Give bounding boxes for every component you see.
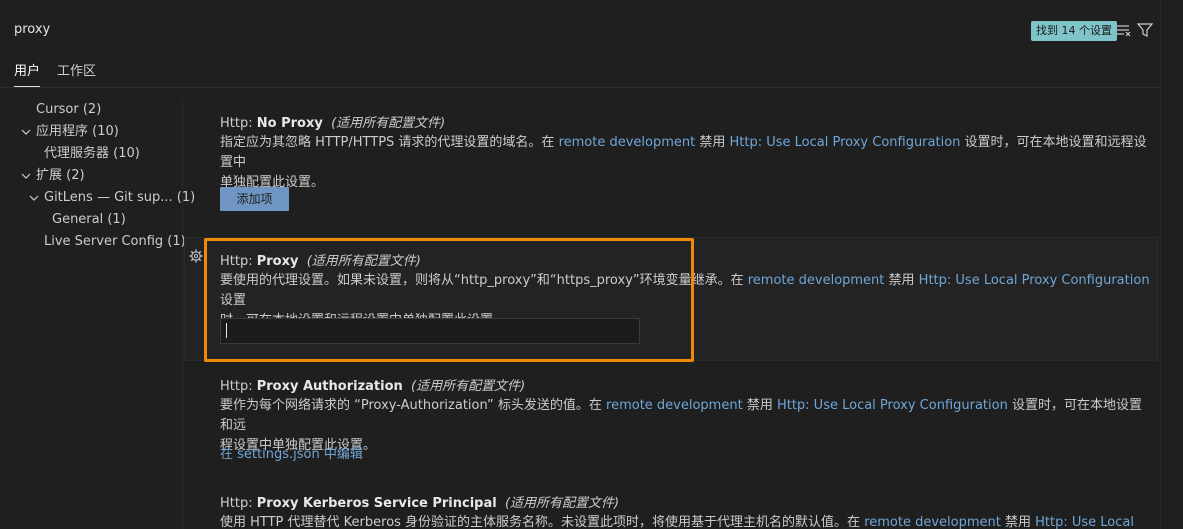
setting-scope: (适用所有配置文件) (331, 116, 446, 131)
toc-item-label: 代理服务器 (10) (44, 146, 140, 161)
chevron-down-icon[interactable] (20, 170, 32, 182)
setting-category: Http: (220, 379, 257, 394)
toc-item-label: 应用程序 (10) (36, 124, 119, 139)
edit-in-settings-json-link[interactable]: 在 settings.json 中编辑 (220, 443, 363, 462)
setting-name: No Proxy (256, 116, 323, 131)
remote-development-link[interactable]: remote development (748, 273, 885, 288)
use-local-proxy-link[interactable]: Http: Use Local Proxy Configuration (919, 273, 1150, 288)
toc-item-gitlens[interactable]: GitLens — Git sup... (1) (44, 187, 195, 209)
use-local-proxy-link[interactable]: Http: Use Local (1035, 515, 1134, 529)
scope-tabs: 用户 工作区 (0, 58, 1160, 88)
toc-item-label: Live Server Config (1) (44, 234, 186, 249)
toc-item-general[interactable]: General (1) (52, 209, 126, 231)
remote-development-link[interactable]: remote development (606, 398, 743, 413)
desc-text: 禁用 (695, 135, 730, 150)
toc-item-label: GitLens — Git sup... (1) (44, 190, 196, 205)
setting-name: Proxy Authorization (256, 379, 403, 394)
desc-text: 要作为每个网络请求的 “Proxy-Authorization” 标头发送的值。… (220, 398, 607, 413)
tab-workspace[interactable]: 工作区 (57, 60, 96, 87)
toc-item-application[interactable]: 应用程序 (10) (36, 121, 119, 143)
search-input[interactable]: proxy (14, 22, 50, 37)
setting-scope: (适用所有配置文件) (504, 496, 620, 511)
remote-development-link[interactable]: remote development (864, 515, 1001, 529)
use-local-proxy-link[interactable]: Http: Use Local Proxy Configuration (777, 398, 1008, 413)
settings-editor: proxy 找到 14 个设置 用户 工作区 Cursor (2) 应用程序 (… (0, 0, 1183, 529)
desc-text: 使用 HTTP 代理替代 Kerberos 身份验证的主体服务名称。未设置此项时… (220, 515, 865, 529)
gear-icon[interactable] (189, 249, 203, 263)
toc-item-label: Cursor (2) (36, 102, 102, 117)
clear-filter-icon[interactable] (1116, 22, 1132, 38)
toc-item-cursor[interactable]: Cursor (2) (36, 99, 101, 121)
setting-description: 指定应为其忽略 HTTP/HTTPS 请求的代理设置的域名。在 remote d… (220, 133, 1150, 193)
toc-item-extensions[interactable]: 扩展 (2) (36, 165, 85, 187)
result-count-badge: 找到 14 个设置 (1031, 21, 1117, 41)
setting-category: Http: (220, 116, 257, 131)
desc-text: 指定应为其忽略 HTTP/HTTPS 请求的代理设置的域名。在 (220, 135, 559, 150)
setting-title-proxy: Http: Proxy (适用所有配置文件) (220, 250, 421, 269)
desc-text: 禁用 (1000, 515, 1036, 529)
scrollbar[interactable] (1160, 0, 1183, 529)
desc-text: 禁用 (884, 273, 919, 288)
setting-description: 使用 HTTP 代理替代 Kerberos 身份验证的主体服务名称。未设置此项时… (220, 513, 1150, 529)
setting-category: Http: (220, 254, 257, 269)
settings-list: Http: No Proxy (适用所有配置文件) 指定应为其忽略 HTTP/H… (184, 98, 1160, 529)
desc-text: 要使用的代理设置。如果未设置，则将从“http_proxy”和“https_pr… (220, 273, 748, 288)
use-local-proxy-link[interactable]: Http: Use Local Proxy Configuration (730, 135, 961, 150)
settings-toc: Cursor (2) 应用程序 (10) 代理服务器 (10) 扩展 (2) G… (0, 98, 195, 529)
setting-name: Proxy Kerberos Service Principal (256, 496, 497, 511)
tab-user[interactable]: 用户 (14, 60, 41, 87)
desc-text: 设置 (220, 293, 247, 308)
toc-item-proxy-server[interactable]: 代理服务器 (10) (44, 143, 140, 165)
toc-item-label: General (1) (52, 212, 126, 227)
setting-title-proxy-kerberos: Http: Proxy Kerberos Service Principal (… (220, 492, 619, 511)
desc-text: 禁用 (742, 398, 777, 413)
chevron-down-icon[interactable] (20, 126, 32, 138)
filter-icon[interactable] (1136, 21, 1154, 39)
chevron-down-icon[interactable] (28, 192, 40, 204)
setting-title-no-proxy: Http: No Proxy (适用所有配置文件) (220, 112, 445, 131)
desc-text: 单独配置此设置。 (220, 175, 325, 190)
settings-search[interactable]: proxy 找到 14 个设置 (0, 14, 1160, 46)
add-item-button[interactable]: 添加项 (220, 187, 289, 211)
setting-scope: (适用所有配置文件) (411, 379, 526, 394)
input-caret-layer (220, 318, 640, 344)
setting-scope: (适用所有配置文件) (306, 254, 421, 269)
setting-name: Proxy (256, 254, 299, 269)
text-cursor (226, 323, 227, 338)
toc-item-label: 扩展 (2) (36, 168, 85, 183)
setting-title-proxy-authorization: Http: Proxy Authorization (适用所有配置文件) (220, 375, 525, 394)
remote-development-link[interactable]: remote development (559, 135, 696, 150)
setting-category: Http: (220, 496, 257, 511)
toc-item-live-server[interactable]: Live Server Config (1) (44, 231, 186, 253)
